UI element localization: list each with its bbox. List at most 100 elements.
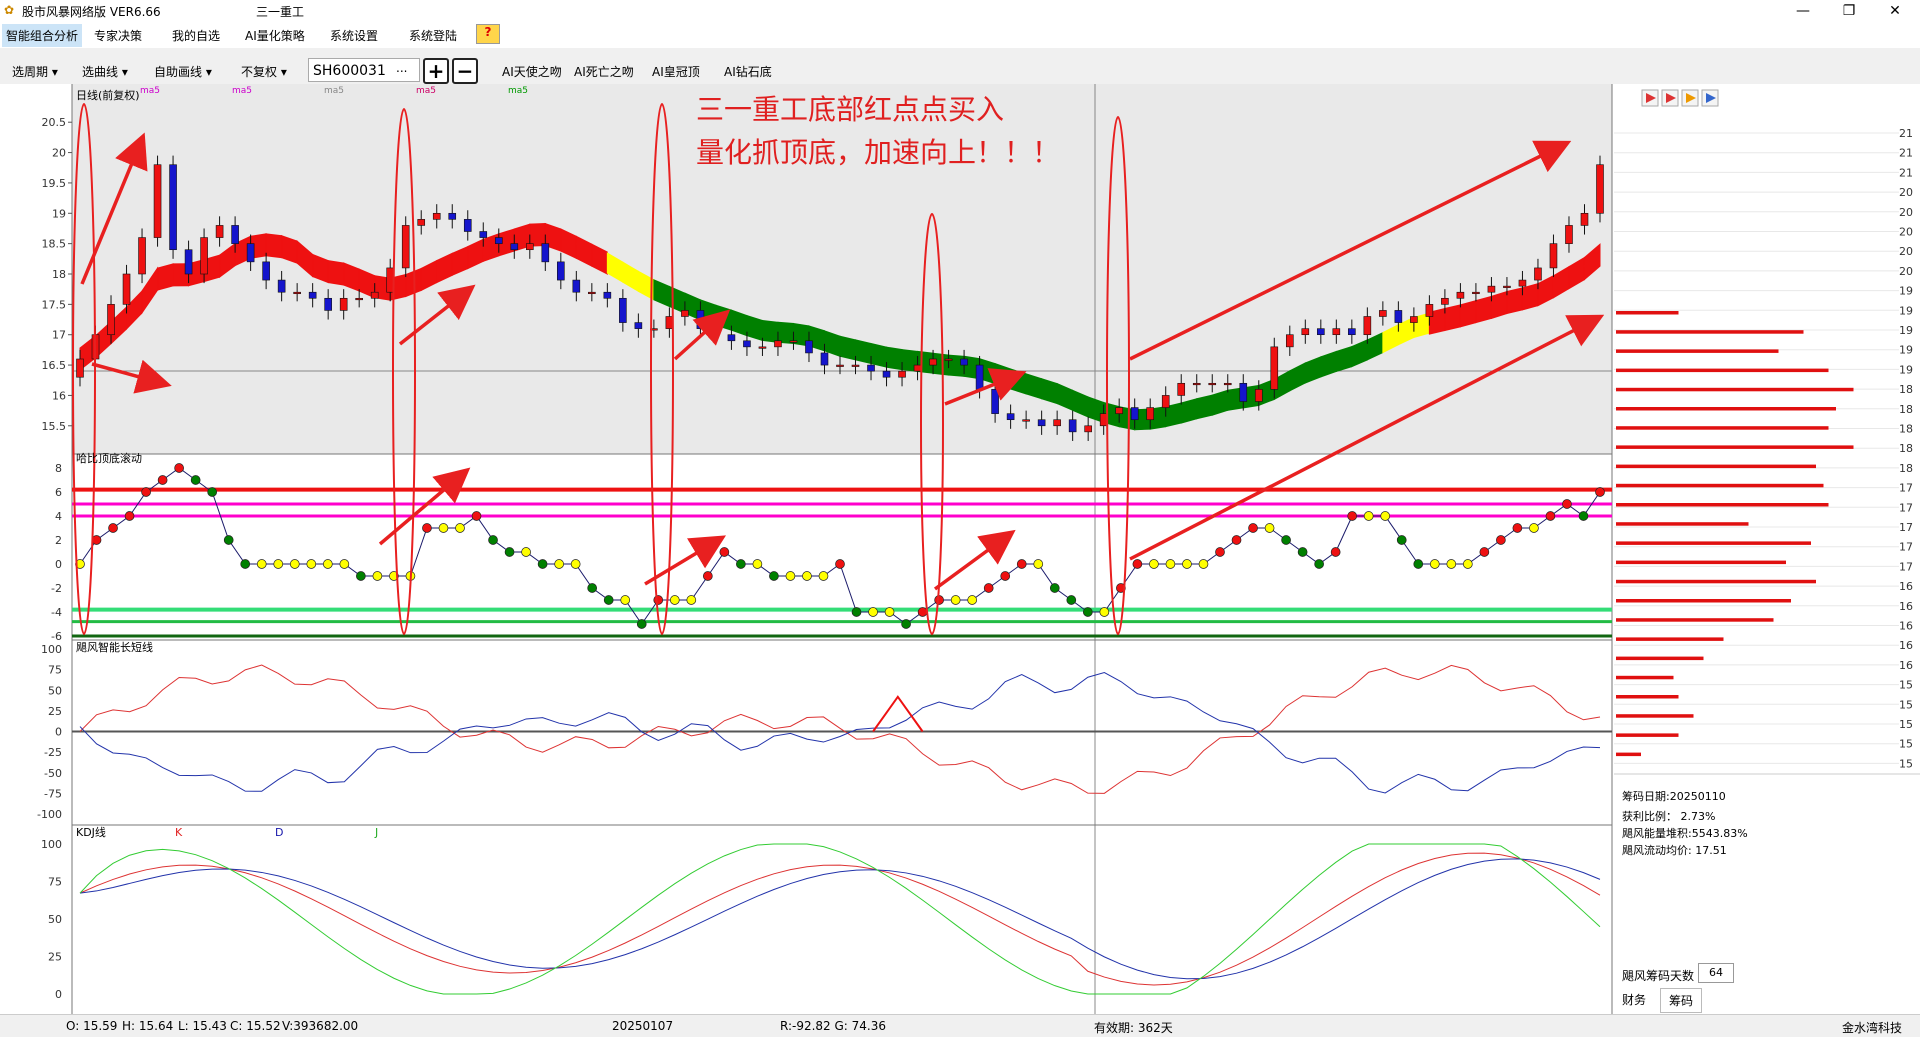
chip-price-label: 21 bbox=[1899, 166, 1913, 179]
signal-dot bbox=[372, 571, 383, 581]
ai-angel-kiss-button[interactable]: AI天使之吻 bbox=[502, 63, 562, 80]
dots-tick-label: 2 bbox=[55, 534, 62, 547]
candle-body bbox=[1053, 419, 1061, 427]
ma-label: ma5 bbox=[324, 86, 344, 96]
tab-chips[interactable]: 筹码 bbox=[1660, 988, 1703, 1013]
signal-dot bbox=[901, 619, 911, 629]
signal-dot bbox=[339, 559, 350, 569]
candle-body bbox=[1363, 316, 1372, 336]
ma-ribbon-segment bbox=[948, 354, 965, 377]
candle-body bbox=[696, 310, 705, 329]
menu-ai-quant[interactable]: AI量化策略 bbox=[245, 27, 305, 44]
adjust-select[interactable]: 不复权 ▾ bbox=[241, 63, 287, 80]
ai-crown-top-button[interactable]: AI皇冠顶 bbox=[652, 63, 700, 80]
signal-dot bbox=[223, 535, 234, 545]
chip-price-label: 20 bbox=[1899, 226, 1913, 239]
candle-body bbox=[510, 243, 519, 251]
signal-dot bbox=[1149, 559, 1159, 569]
menu-smart-analysis[interactable]: 智能组合分析 bbox=[2, 24, 83, 47]
signal-dot bbox=[736, 559, 746, 569]
ma-ribbon-segment bbox=[761, 319, 779, 343]
price-tick-label: 17 bbox=[52, 329, 66, 342]
signal-dot bbox=[1215, 547, 1225, 557]
more-button[interactable]: ... bbox=[396, 61, 407, 75]
status-volume: V:393682.00 bbox=[282, 1019, 359, 1033]
status-date: 20250107 bbox=[612, 1019, 674, 1033]
candle-body bbox=[215, 225, 224, 238]
tab-finance[interactable]: 财务 bbox=[1622, 991, 1646, 1008]
chip-price-label: 19 bbox=[1899, 363, 1913, 376]
signal-dot bbox=[785, 571, 796, 581]
ma-ribbon-segment bbox=[1459, 299, 1477, 328]
kdj-k-label: K bbox=[175, 826, 183, 839]
signal-dot bbox=[686, 595, 697, 605]
ma-ribbon-segment bbox=[855, 339, 872, 365]
zoom-out-button[interactable]: − bbox=[452, 58, 478, 84]
chip-bar bbox=[1616, 330, 1804, 334]
signal-dot bbox=[504, 547, 515, 557]
ma-ribbon-segment bbox=[157, 263, 174, 291]
status-bar: O: 15.59 H: 15.64 L: 15.43 C: 15.52 V:39… bbox=[0, 1014, 1920, 1037]
ma-label: ma5 bbox=[416, 86, 436, 96]
app-title: 股市风暴网络版 VER6.66 bbox=[22, 5, 161, 19]
candle-body bbox=[681, 310, 689, 317]
menu-watchlist[interactable]: 我的自选 bbox=[172, 27, 220, 44]
menu-settings[interactable]: 系统设置 bbox=[330, 27, 378, 44]
signal-dot bbox=[289, 559, 300, 569]
candle-body bbox=[432, 212, 441, 220]
candle-body bbox=[1317, 328, 1325, 336]
candle-body bbox=[1146, 407, 1155, 421]
curve-select[interactable]: 选曲线 ▾ bbox=[82, 63, 128, 80]
kdj-panel-title: KDJ线 bbox=[76, 825, 106, 839]
candle-body bbox=[1115, 407, 1123, 414]
close-button[interactable]: ✕ bbox=[1872, 0, 1918, 22]
candle-body bbox=[1270, 346, 1279, 390]
candle-body bbox=[851, 364, 860, 367]
chip-price-label: 15 bbox=[1899, 757, 1913, 770]
dots-tick-label: 6 bbox=[55, 486, 62, 499]
candle-body bbox=[308, 291, 317, 299]
chip-bar bbox=[1616, 656, 1704, 661]
period-select[interactable]: 选周期 ▾ bbox=[12, 63, 58, 80]
ma-ribbon-segment bbox=[1490, 290, 1508, 320]
menu-expert[interactable]: 专家决策 bbox=[94, 27, 142, 44]
kdj-tick-label: 100 bbox=[41, 838, 62, 851]
signal-dot bbox=[1545, 511, 1556, 521]
ai-diamond-bottom-button[interactable]: AI钻石底 bbox=[724, 63, 772, 80]
chip-bar bbox=[1616, 368, 1829, 373]
menu-login[interactable]: 系统登陆 bbox=[409, 27, 457, 44]
signal-dot bbox=[587, 583, 598, 593]
signal-dot bbox=[967, 595, 978, 605]
ma-ribbon-segment bbox=[265, 233, 283, 259]
candle-body bbox=[417, 219, 426, 226]
candle-body bbox=[634, 322, 643, 329]
candle-body bbox=[1596, 164, 1604, 214]
status-high: H: 15.64 bbox=[122, 1019, 174, 1033]
auto-draw-select[interactable]: 自助画线 ▾ bbox=[154, 63, 212, 80]
chip-bar bbox=[1616, 675, 1674, 680]
chart-area[interactable]: 20.52019.51918.51817.51716.51615.5ma5 ma5… bbox=[0, 84, 1614, 1014]
signal-dot bbox=[752, 559, 763, 569]
chip-price-label: 21 bbox=[1899, 147, 1913, 160]
zoom-in-button[interactable]: + bbox=[423, 58, 449, 84]
candle-body bbox=[355, 297, 363, 301]
help-icon[interactable]: ? bbox=[476, 24, 500, 44]
chip-days-stepper[interactable]: 64 bbox=[1698, 963, 1734, 983]
candle-body bbox=[1441, 297, 1449, 305]
chip-price-label: 18 bbox=[1899, 383, 1913, 396]
candle-body bbox=[463, 219, 472, 232]
chip-bar bbox=[1616, 407, 1836, 411]
candle-body bbox=[1549, 243, 1558, 269]
chip-price-label: 19 bbox=[1899, 304, 1913, 317]
signal-dot bbox=[537, 559, 548, 569]
candle-body bbox=[169, 164, 177, 251]
maximize-button[interactable]: ❐ bbox=[1826, 0, 1872, 22]
ai-death-kiss-button[interactable]: AI死亡之吻 bbox=[574, 63, 634, 80]
ma-ribbon-segment bbox=[281, 234, 298, 264]
chip-bar bbox=[1616, 349, 1779, 353]
chevron-down-icon: ▾ bbox=[205, 65, 212, 79]
price-tick-label: 17.5 bbox=[42, 298, 67, 311]
chip-price-label: 17 bbox=[1899, 521, 1913, 534]
minimize-button[interactable]: — bbox=[1780, 0, 1826, 22]
ma-ribbon-segment bbox=[870, 342, 888, 368]
